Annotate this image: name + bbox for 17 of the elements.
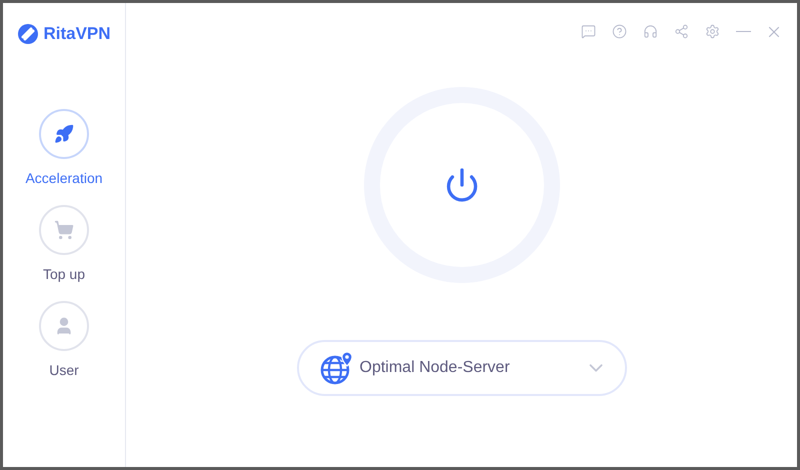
globe-pin-icon xyxy=(320,351,354,385)
share-icon xyxy=(674,24,688,39)
cart-icon xyxy=(54,220,74,240)
settings-icon xyxy=(704,24,720,39)
server-select[interactable]: Optimal Node-Server xyxy=(296,340,626,396)
headset-icon xyxy=(642,24,658,39)
help-icon xyxy=(612,24,626,39)
minimize-icon xyxy=(736,30,750,32)
nav-item[interactable]: Acceleration xyxy=(25,108,103,188)
message-button[interactable] xyxy=(579,22,597,40)
message-icon xyxy=(580,24,596,39)
logo-text: RitaVPN xyxy=(43,23,111,45)
nav-item[interactable]: Top up xyxy=(38,204,89,284)
help-button[interactable] xyxy=(610,22,628,40)
rocket-icon xyxy=(54,124,74,144)
logo-icon xyxy=(17,22,40,45)
nav-item[interactable]: User xyxy=(38,300,89,380)
